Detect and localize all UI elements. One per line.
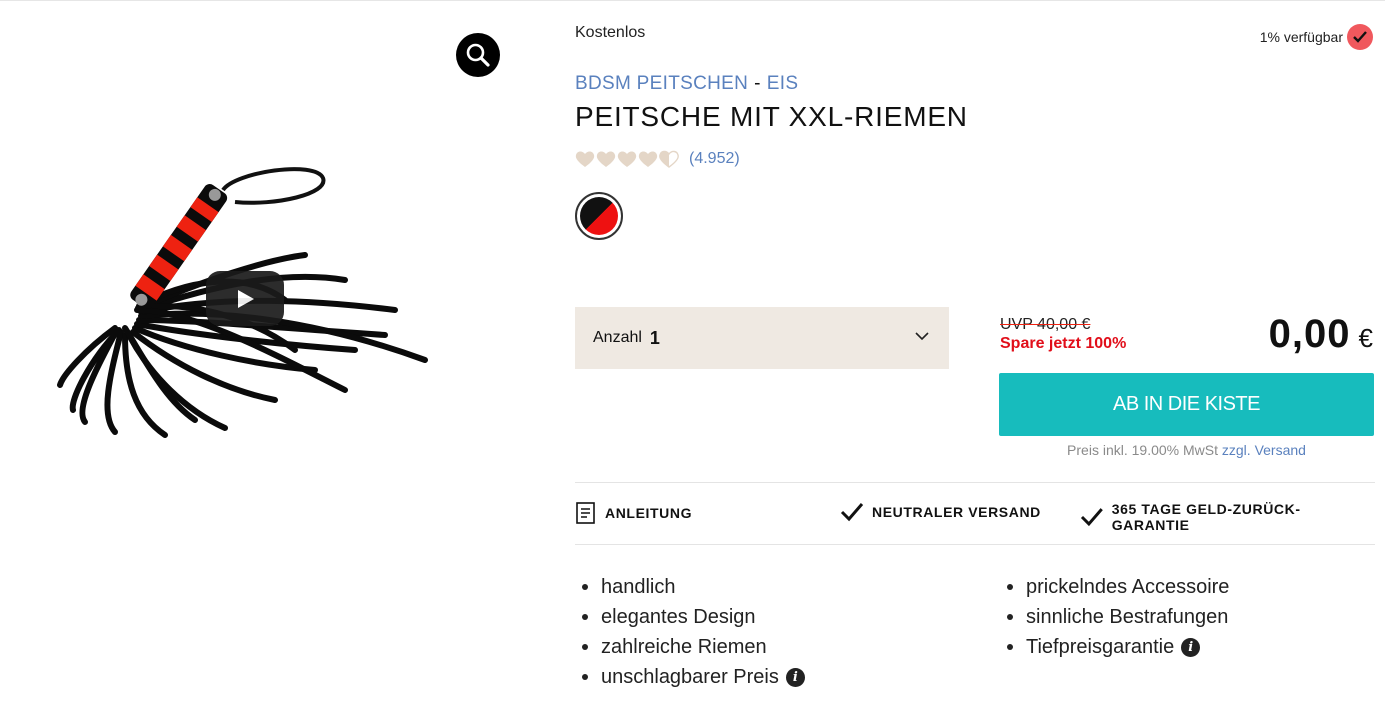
list-item: unschlagbarer Preis i: [575, 662, 805, 692]
color-swatch-black-red[interactable]: [575, 192, 623, 240]
list-item-text: elegantes Design: [601, 605, 756, 628]
divider: [575, 544, 1375, 545]
quantity-label: Anzahl: [593, 329, 642, 346]
savings-prefix: Spare jetzt: [1000, 335, 1081, 352]
breadcrumb-separator: -: [754, 73, 761, 94]
list-item: handlich: [575, 572, 805, 602]
shipping-cost-label: Kostenlos: [575, 24, 646, 41]
list-item: sinnliche Bestrafungen: [1000, 602, 1229, 632]
neutral-shipping-feature: NEUTRALER VERSAND: [840, 501, 1041, 523]
breadcrumb-brand-link[interactable]: EIS: [767, 73, 799, 94]
product-title: PEITSCHE MIT XXL-RIEMEN: [575, 101, 968, 132]
list-item-text: prickelndes Accessoire: [1026, 575, 1230, 598]
feature-list-right: prickelndes Accessoire sinnliche Bestraf…: [1000, 572, 1229, 662]
feature-list-left: handlich elegantes Design zahlreiche Rie…: [575, 572, 805, 692]
price-currency: €: [1358, 323, 1373, 353]
rating-count[interactable]: (4.952): [689, 150, 740, 168]
play-icon: [238, 289, 254, 308]
divider: [575, 482, 1375, 483]
stock-status: 1% verfügbar: [1260, 24, 1373, 50]
check-icon: [1347, 24, 1373, 50]
list-item: elegantes Design: [575, 602, 805, 632]
guarantee-label: 365 TAGE GELD-ZURÜCK-GARANTIE: [1111, 501, 1301, 533]
heart-icon: [596, 151, 616, 167]
list-item-text: zahlreiche Riemen: [601, 635, 767, 658]
half-heart-icon: [659, 150, 679, 168]
play-video-button[interactable]: [206, 271, 284, 326]
tax-info: Preis inkl. 19.00% MwSt zzgl. Versand: [999, 442, 1374, 458]
zoom-button[interactable]: [456, 33, 500, 77]
guarantee-feature: 365 TAGE GELD-ZURÜCK-GARANTIE: [1080, 501, 1375, 533]
product-media: [0, 0, 540, 710]
shipping-link[interactable]: Versand: [1255, 442, 1306, 458]
current-price: 0,00 €: [1269, 312, 1373, 357]
heart-icon: [617, 151, 637, 167]
document-icon: [576, 502, 595, 524]
breadcrumb: BDSM PEITSCHEN - EIS: [575, 73, 798, 95]
list-item-text: Tiefpreisgarantie: [1026, 635, 1175, 658]
heart-icon: [638, 151, 658, 167]
breadcrumb-category-link[interactable]: BDSM PEITSCHEN: [575, 73, 748, 94]
feature-strip: ANLEITUNG NEUTRALER VERSAND 365 TAGE GEL…: [575, 497, 1375, 533]
savings-percent: 100%: [1085, 335, 1127, 352]
check-icon: [840, 503, 864, 522]
add-to-cart-button[interactable]: AB IN DIE KISTE: [999, 373, 1374, 436]
list-item: Tiefpreisgarantie i: [1000, 632, 1229, 662]
quantity-value: 1: [649, 327, 660, 348]
product-rating[interactable]: (4.952): [575, 150, 740, 168]
list-item-text: handlich: [601, 575, 676, 598]
list-item-text: sinnliche Bestrafungen: [1026, 605, 1229, 628]
swatch-color: [580, 197, 618, 235]
shipping-prefix[interactable]: zzgl.: [1222, 442, 1251, 458]
neutral-shipping-label: NEUTRALER VERSAND: [872, 504, 1041, 520]
info-icon[interactable]: i: [1181, 637, 1201, 657]
uvp-price: UVP 40,00 €: [1000, 316, 1091, 333]
heart-icon: [575, 151, 595, 167]
tax-text: Preis inkl. 19.00% MwSt: [1067, 442, 1218, 458]
stock-label: 1% verfügbar: [1259, 29, 1343, 45]
list-item-text: unschlagbarer Preis: [601, 665, 779, 688]
check-icon: [1080, 508, 1103, 527]
info-icon[interactable]: i: [785, 667, 805, 687]
savings-text: Spare jetzt 100%: [1000, 335, 1126, 353]
manual-label: ANLEITUNG: [605, 505, 693, 521]
manual-link[interactable]: ANLEITUNG: [575, 501, 692, 525]
quantity-select[interactable]: Anzahl 1: [575, 307, 949, 369]
list-item: prickelndes Accessoire: [1000, 572, 1229, 602]
list-item: zahlreiche Riemen: [575, 632, 805, 662]
chevron-down-icon: [915, 332, 929, 341]
price-value: 0,00: [1268, 312, 1351, 356]
magnifier-icon: [466, 43, 490, 67]
